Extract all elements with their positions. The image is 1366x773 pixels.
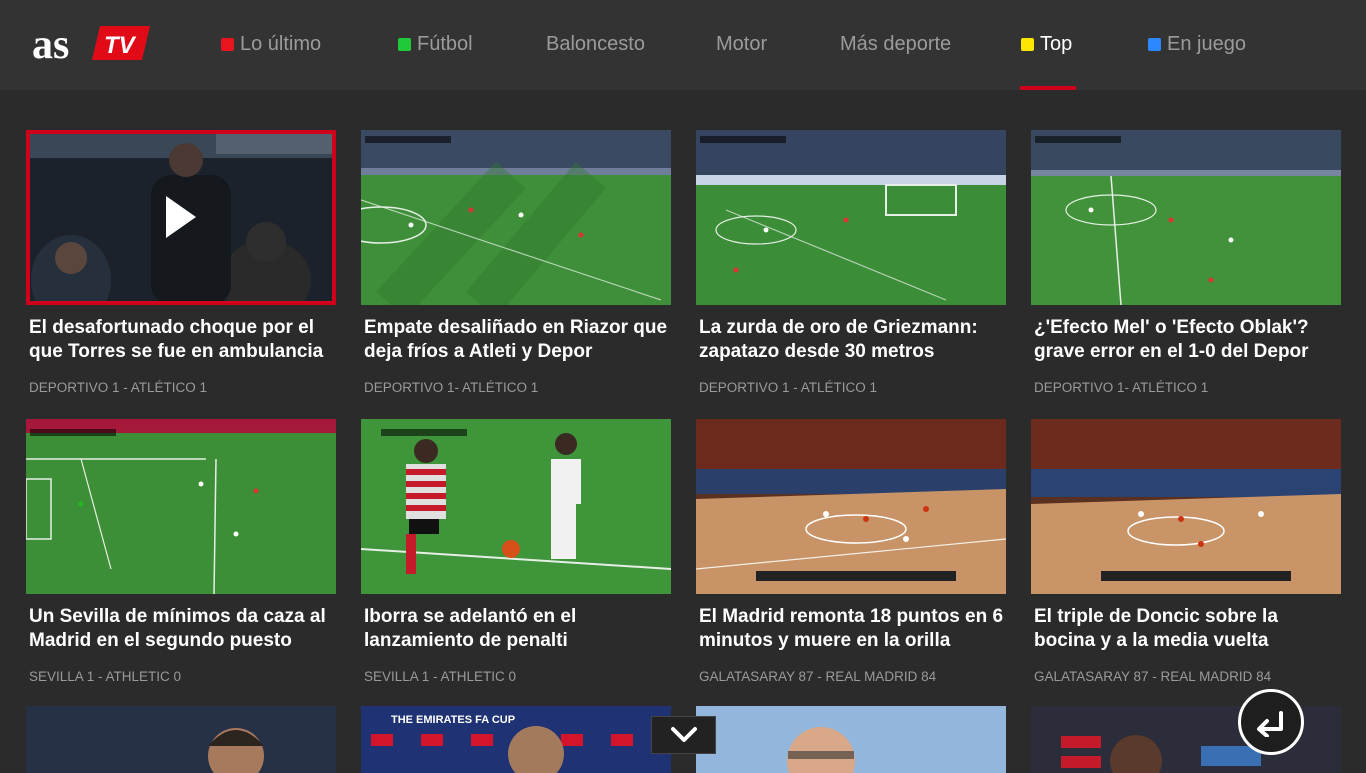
nav-label: Baloncesto <box>546 33 645 55</box>
nav-item-mas-deporte[interactable]: Más deporte <box>840 29 951 59</box>
video-title: Empate desaliñado en Riazor que deja frí… <box>364 317 668 362</box>
video-thumbnail[interactable] <box>26 419 336 594</box>
video-match: GALATASARAY 87 - REAL MADRID 84 <box>1034 669 1272 684</box>
video-match: GALATASARAY 87 - REAL MADRID 84 <box>699 669 937 684</box>
score-overlay <box>700 136 786 143</box>
nav-label: Lo último <box>240 33 322 55</box>
active-tab-indicator <box>1020 86 1076 90</box>
nav-label: Fútbol <box>417 33 473 55</box>
nav-item-motor[interactable]: Motor <box>716 29 767 59</box>
back-button[interactable] <box>1238 689 1304 755</box>
red-square-icon <box>221 37 234 51</box>
video-thumbnail[interactable] <box>361 419 671 594</box>
chevron-down-icon <box>670 727 697 742</box>
video-thumbnail[interactable] <box>26 130 336 305</box>
nav-label: Motor <box>716 33 768 55</box>
video-match: DEPORTIVO 1- ATLÉTICO 1 <box>1034 380 1209 395</box>
top-bar: as TV Lo último Fútbol Baloncesto Motor … <box>0 0 1366 90</box>
fa-cup-banner: THE EMIRATES FA CUP <box>391 714 516 726</box>
video-thumbnail[interactable] <box>696 419 1006 594</box>
nav-label: Más deporte <box>840 33 952 55</box>
score-overlay <box>1035 136 1121 143</box>
green-square-icon <box>398 37 411 51</box>
nav-item-en-juego[interactable]: En juego <box>1148 29 1246 59</box>
video-thumbnail[interactable] <box>361 130 671 305</box>
score-overlay <box>30 429 116 436</box>
video-title: El triple de Doncic sobre la bocina y a … <box>1034 606 1278 651</box>
nav-item-baloncesto[interactable]: Baloncesto <box>546 29 645 59</box>
video-match: SEVILLA 1 - ATHLETIC 0 <box>29 669 182 684</box>
video-thumbnail[interactable] <box>1031 419 1341 594</box>
video-thumbnail[interactable] <box>26 706 336 773</box>
video-match: SEVILLA 1 - ATHLETIC 0 <box>364 669 517 684</box>
nav-label: Top <box>1040 33 1073 55</box>
blue-square-icon <box>1148 37 1161 51</box>
return-arrow-icon <box>1257 711 1283 737</box>
nav-item-lo-ultimo[interactable]: Lo último <box>221 29 321 59</box>
score-overlay <box>381 429 467 436</box>
nav-item-top[interactable]: Top <box>1021 29 1072 59</box>
video-thumbnail[interactable]: THE EMIRATES FA CUP <box>361 706 671 773</box>
video-match: DEPORTIVO 1 - ATLÉTICO 1 <box>29 380 208 395</box>
video-thumbnail[interactable] <box>1031 130 1341 305</box>
scroll-down-button[interactable] <box>651 716 716 754</box>
video-match: DEPORTIVO 1- ATLÉTICO 1 <box>364 380 539 395</box>
video-title: ¿'Efecto Mel' o 'Efecto Oblak'? grave er… <box>1034 317 1309 362</box>
nav-label: En juego <box>1167 33 1246 55</box>
video-title: Iborra se adelantó en el lanzamiento de … <box>364 606 577 651</box>
nav-item-futbol[interactable]: Fútbol <box>398 29 473 59</box>
video-title: El Madrid remonta 18 puntos en 6 minutos… <box>699 606 1004 651</box>
video-thumbnail[interactable] <box>696 130 1006 305</box>
video-title: El desafortunado choque por el que Torre… <box>29 317 324 362</box>
video-thumbnail[interactable] <box>696 706 1006 773</box>
main-nav: Lo último Fútbol Baloncesto Motor Más de… <box>0 0 1366 90</box>
yellow-square-icon <box>1021 37 1034 51</box>
play-icon <box>166 196 196 238</box>
video-title: Un Sevilla de mínimos da caza al Madrid … <box>29 606 326 651</box>
video-match: DEPORTIVO 1 - ATLÉTICO 1 <box>699 380 878 395</box>
video-title: La zurda de oro de Griezmann: zapatazo d… <box>699 317 978 362</box>
score-overlay <box>365 136 451 143</box>
